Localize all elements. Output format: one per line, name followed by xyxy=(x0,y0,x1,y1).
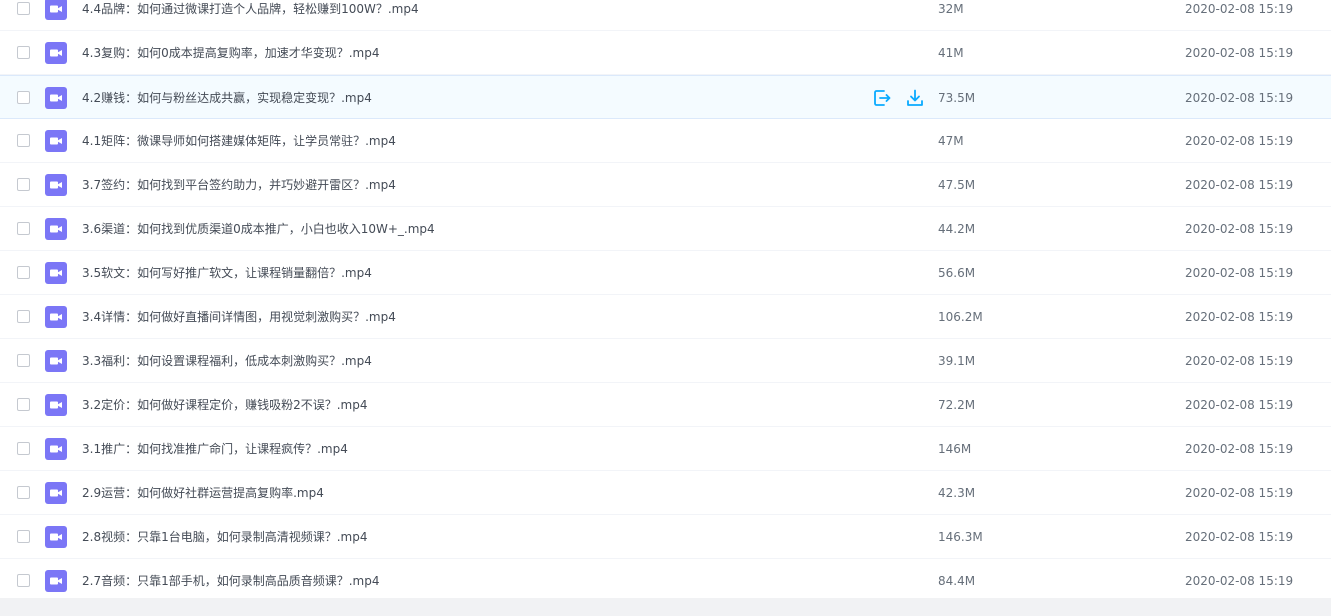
file-size: 146M xyxy=(938,442,972,456)
video-file-icon xyxy=(45,218,67,240)
video-file-icon xyxy=(45,130,67,152)
file-date: 2020-02-08 15:19 xyxy=(1185,91,1294,105)
file-date: 2020-02-08 15:19 xyxy=(1185,222,1294,236)
file-row[interactable]: 4.1矩阵：微课导师如何搭建媒体矩阵，让学员常驻？.mp4 47M 2020-0… xyxy=(0,119,1331,163)
row-checkbox[interactable] xyxy=(17,222,30,235)
file-date: 2020-02-08 15:19 xyxy=(1185,178,1294,192)
video-file-icon xyxy=(45,42,67,64)
file-size: 42.3M xyxy=(938,486,976,500)
row-checkbox[interactable] xyxy=(17,442,30,455)
file-date: 2020-02-08 15:19 xyxy=(1185,354,1294,368)
file-row[interactable]: 3.3福利：如何设置课程福利，低成本刺激购买？.mp4 39.1M 2020-0… xyxy=(0,339,1331,383)
row-checkbox[interactable] xyxy=(17,310,30,323)
file-size: 32M xyxy=(938,2,964,16)
file-name[interactable]: 3.4详情：如何做好直播间详情图，用视觉刺激购买？.mp4 xyxy=(82,295,396,339)
video-file-icon xyxy=(45,350,67,372)
file-row[interactable]: 2.9运营：如何做好社群运营提高复购率.mp4 42.3M 2020-02-08… xyxy=(0,471,1331,515)
row-actions xyxy=(872,88,925,108)
file-date: 2020-02-08 15:19 xyxy=(1185,134,1294,148)
row-checkbox[interactable] xyxy=(17,2,30,15)
file-row[interactable]: 2.7音频：只靠1部手机，如何录制高品质音频课？.mp4 84.4M 2020-… xyxy=(0,559,1331,603)
file-row[interactable]: 3.2定价：如何做好课程定价，赚钱吸粉2不误？.mp4 72.2M 2020-0… xyxy=(0,383,1331,427)
file-size: 146.3M xyxy=(938,530,983,544)
file-name[interactable]: 3.5软文：如何写好推广软文，让课程销量翻倍？.mp4 xyxy=(82,251,372,295)
file-name[interactable]: 4.1矩阵：微课导师如何搭建媒体矩阵，让学员常驻？.mp4 xyxy=(82,119,396,163)
file-size: 106.2M xyxy=(938,310,983,324)
video-file-icon xyxy=(45,482,67,504)
video-file-icon xyxy=(45,394,67,416)
download-icon[interactable] xyxy=(905,88,925,108)
file-size: 47.5M xyxy=(938,178,976,192)
row-checkbox[interactable] xyxy=(17,530,30,543)
video-file-icon xyxy=(45,87,67,109)
file-row-hovered[interactable]: 4.2赚钱：如何与粉丝达成共赢，实现稳定变现？.mp4 73.5M 2020-0… xyxy=(0,75,1331,119)
file-name[interactable]: 4.3复购：如何0成本提高复购率，加速才华变现？.mp4 xyxy=(82,31,379,75)
file-date: 2020-02-08 15:19 xyxy=(1185,574,1294,588)
file-size: 73.5M xyxy=(938,91,976,105)
file-date: 2020-02-08 15:19 xyxy=(1185,310,1294,324)
file-name[interactable]: 2.9运营：如何做好社群运营提高复购率.mp4 xyxy=(82,471,324,515)
row-checkbox[interactable] xyxy=(17,91,30,104)
row-checkbox[interactable] xyxy=(17,266,30,279)
row-checkbox[interactable] xyxy=(17,486,30,499)
file-date: 2020-02-08 15:19 xyxy=(1185,442,1294,456)
file-date: 2020-02-08 15:19 xyxy=(1185,398,1294,412)
row-checkbox[interactable] xyxy=(17,354,30,367)
file-name[interactable]: 3.6渠道：如何找到优质渠道0成本推广，小白也收入10W+_.mp4 xyxy=(82,207,435,251)
file-row[interactable]: 3.7签约：如何找到平台签约助力，并巧妙避开雷区？.mp4 47.5M 2020… xyxy=(0,163,1331,207)
row-checkbox[interactable] xyxy=(17,574,30,587)
file-name[interactable]: 3.7签约：如何找到平台签约助力，并巧妙避开雷区？.mp4 xyxy=(82,163,396,207)
file-name[interactable]: 4.2赚钱：如何与粉丝达成共赢，实现稳定变现？.mp4 xyxy=(82,76,372,120)
video-file-icon xyxy=(45,570,67,592)
file-size: 41M xyxy=(938,46,964,60)
share-export-icon[interactable] xyxy=(872,88,892,108)
file-size: 72.2M xyxy=(938,398,976,412)
file-date: 2020-02-08 15:19 xyxy=(1185,2,1294,16)
row-checkbox[interactable] xyxy=(17,398,30,411)
file-row[interactable]: 3.6渠道：如何找到优质渠道0成本推广，小白也收入10W+_.mp4 44.2M… xyxy=(0,207,1331,251)
file-size: 44.2M xyxy=(938,222,976,236)
file-row[interactable]: 4.4品牌：如何通过微课打造个人品牌，轻松赚到100W？.mp4 32M 202… xyxy=(0,0,1331,31)
file-name[interactable]: 2.8视频：只靠1台电脑，如何录制高清视频课？.mp4 xyxy=(82,515,367,559)
file-row[interactable]: 2.8视频：只靠1台电脑，如何录制高清视频课？.mp4 146.3M 2020-… xyxy=(0,515,1331,559)
row-checkbox[interactable] xyxy=(17,178,30,191)
row-checkbox[interactable] xyxy=(17,46,30,59)
file-size: 39.1M xyxy=(938,354,976,368)
video-file-icon xyxy=(45,0,67,20)
file-size: 47M xyxy=(938,134,964,148)
file-list: 4.4品牌：如何通过微课打造个人品牌，轻松赚到100W？.mp4 32M 202… xyxy=(0,0,1331,603)
video-file-icon xyxy=(45,262,67,284)
file-row[interactable]: 4.3复购：如何0成本提高复购率，加速才华变现？.mp4 41M 2020-02… xyxy=(0,31,1331,75)
video-file-icon xyxy=(45,306,67,328)
video-file-icon xyxy=(45,174,67,196)
file-date: 2020-02-08 15:19 xyxy=(1185,46,1294,60)
bottom-status-bar xyxy=(0,598,1331,616)
file-size: 84.4M xyxy=(938,574,976,588)
file-row[interactable]: 3.1推广：如何找准推广命门，让课程疯传？.mp4 146M 2020-02-0… xyxy=(0,427,1331,471)
file-size: 56.6M xyxy=(938,266,976,280)
file-name[interactable]: 3.1推广：如何找准推广命门，让课程疯传？.mp4 xyxy=(82,427,348,471)
file-row[interactable]: 3.4详情：如何做好直播间详情图，用视觉刺激购买？.mp4 106.2M 202… xyxy=(0,295,1331,339)
file-date: 2020-02-08 15:19 xyxy=(1185,266,1294,280)
file-date: 2020-02-08 15:19 xyxy=(1185,486,1294,500)
file-name[interactable]: 3.2定价：如何做好课程定价，赚钱吸粉2不误？.mp4 xyxy=(82,383,367,427)
video-file-icon xyxy=(45,526,67,548)
file-name[interactable]: 3.3福利：如何设置课程福利，低成本刺激购买？.mp4 xyxy=(82,339,372,383)
file-date: 2020-02-08 15:19 xyxy=(1185,530,1294,544)
file-name[interactable]: 2.7音频：只靠1部手机，如何录制高品质音频课？.mp4 xyxy=(82,559,379,603)
video-file-icon xyxy=(45,438,67,460)
row-checkbox[interactable] xyxy=(17,134,30,147)
file-name[interactable]: 4.4品牌：如何通过微课打造个人品牌，轻松赚到100W？.mp4 xyxy=(82,0,419,31)
file-row[interactable]: 3.5软文：如何写好推广软文，让课程销量翻倍？.mp4 56.6M 2020-0… xyxy=(0,251,1331,295)
